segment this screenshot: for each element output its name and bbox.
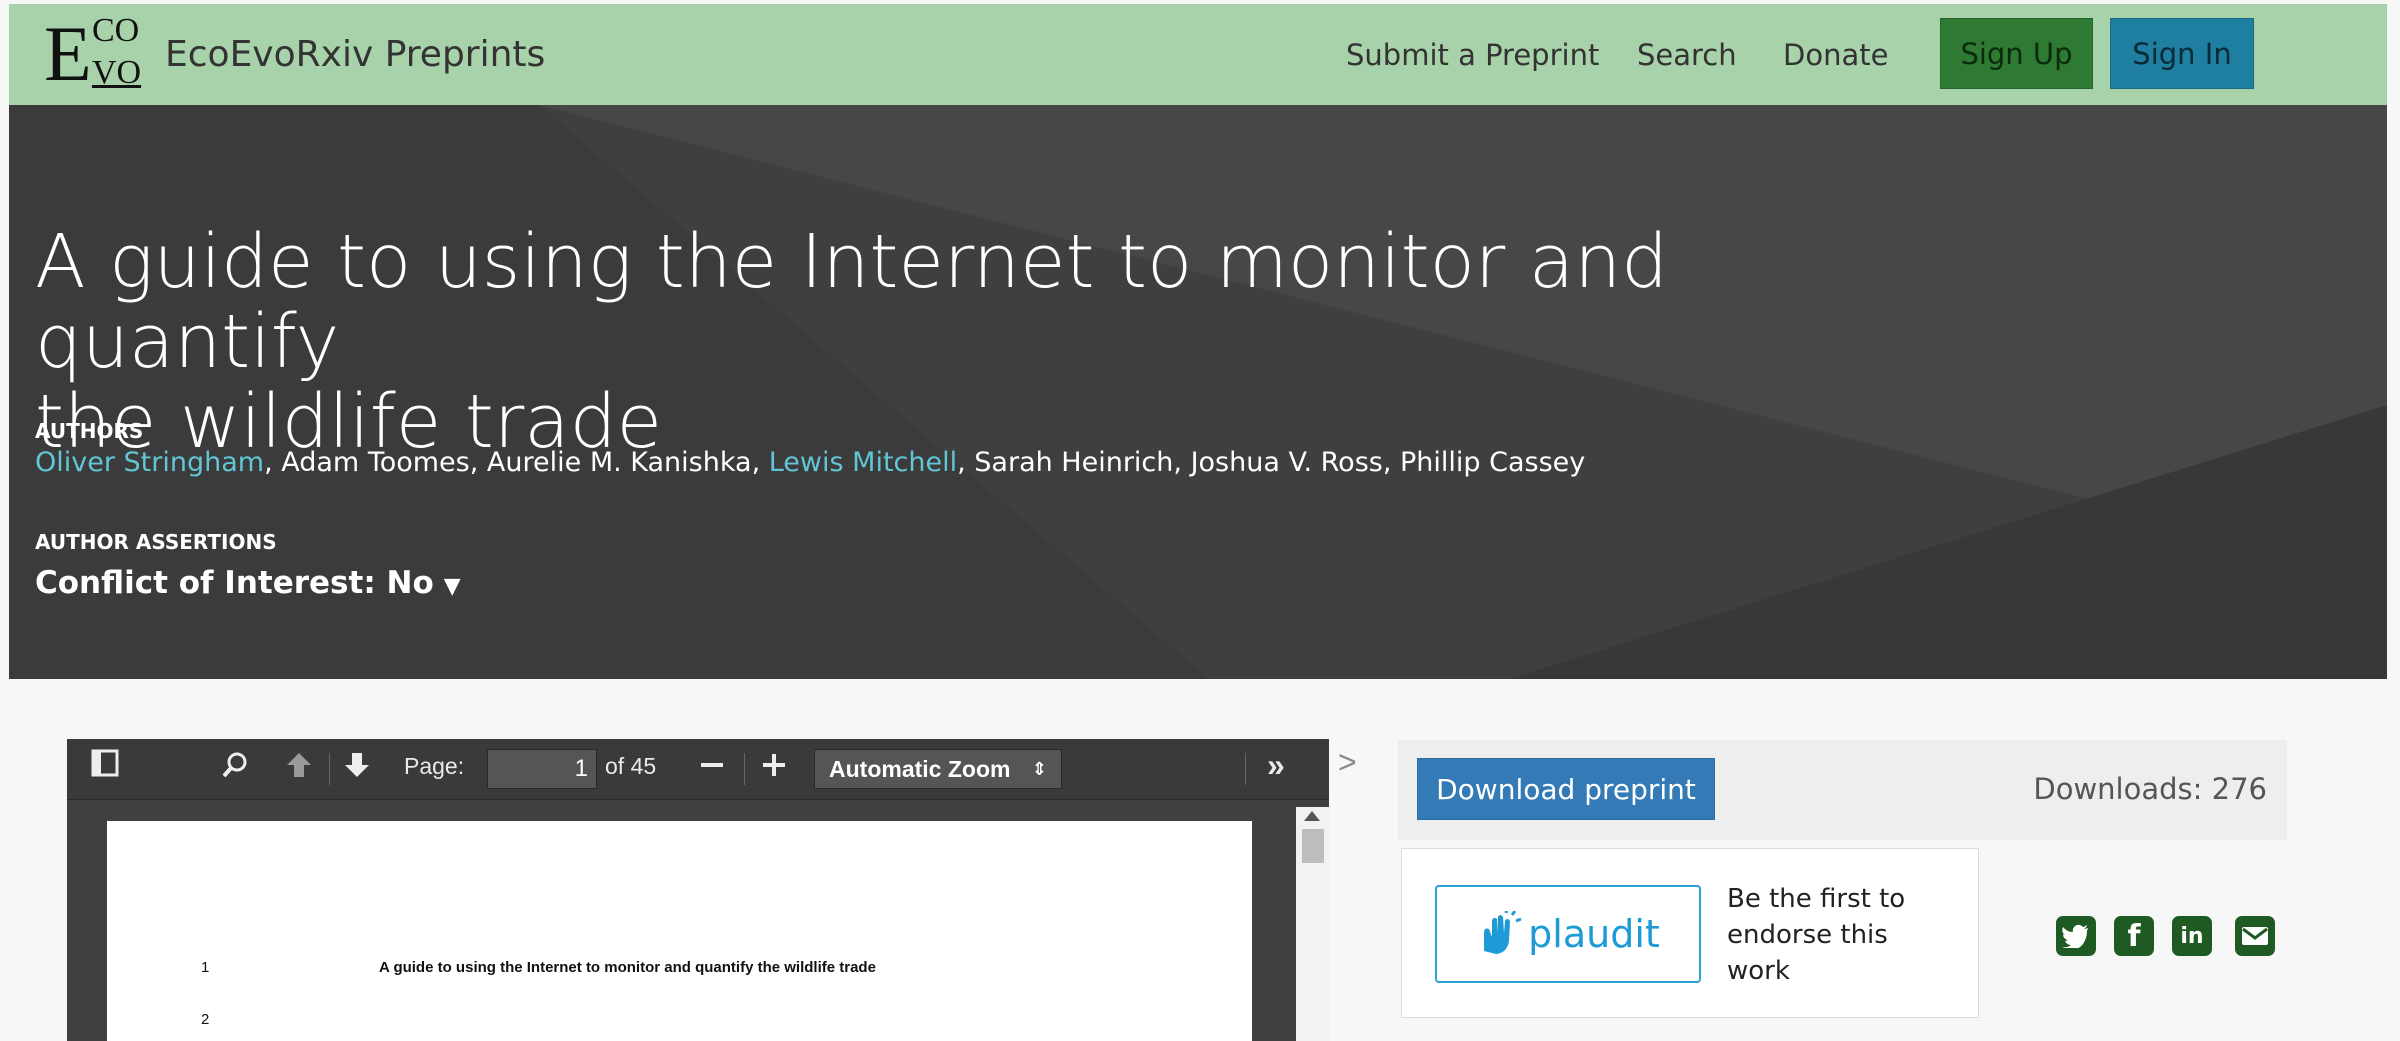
plaudit-endorse-button[interactable]: plaudit	[1435, 885, 1701, 983]
facebook-icon[interactable]: f	[2114, 916, 2154, 956]
endorse-text: Be the first to endorse this work	[1727, 884, 1906, 986]
page-label: Page:	[404, 753, 465, 779]
download-preprint-button[interactable]: Download preprint	[1417, 758, 1715, 820]
zoom-value: Automatic Zoom	[829, 755, 1011, 782]
toolbar-divider	[744, 753, 745, 785]
plaudit-widget: plaudit Be the first to endorse this wor…	[1401, 848, 1979, 1018]
sidebar-toggle-icon[interactable]	[91, 749, 119, 784]
author-name: Phillip Cassey	[1400, 447, 1586, 478]
author-link[interactable]: Lewis Mitchell	[769, 447, 957, 478]
twitter-icon[interactable]	[2056, 916, 2096, 956]
logo-letter-e: E	[44, 10, 92, 97]
preprint-title: A guide to using the Internet to monitor…	[35, 222, 1835, 462]
toolbar-divider	[329, 753, 330, 785]
pdf-page: 1 A guide to using the Internet to monit…	[107, 821, 1252, 1041]
downloads-count: Downloads: 276	[2033, 772, 2267, 806]
scroll-thumb[interactable]	[1302, 829, 1324, 863]
pdf-scrollbar[interactable]	[1296, 807, 1329, 1041]
pdf-toolbar: Page: 1 of 45 Automatic Zoom ⇕ »	[67, 739, 1329, 800]
scroll-up-icon[interactable]	[1304, 811, 1320, 821]
author-name: Adam Toomes	[281, 447, 470, 478]
download-bar: Download preprint Downloads: 276	[1398, 740, 2287, 840]
tools-icon[interactable]: »	[1267, 747, 1285, 784]
caret-down-icon: ▼	[443, 574, 461, 599]
pdf-title-line: A guide to using the Internet to monitor…	[379, 959, 876, 976]
plaudit-logo-text: plaudit	[1528, 912, 1660, 956]
chevron-right-icon[interactable]: >	[1338, 744, 1357, 781]
nav-donate[interactable]: Donate	[1783, 38, 1888, 72]
zoom-select[interactable]: Automatic Zoom ⇕	[814, 749, 1062, 789]
select-arrows-icon: ⇕	[1031, 758, 1047, 779]
clapping-hands-icon	[1484, 911, 1522, 954]
pdf-viewer: Page: 1 of 45 Automatic Zoom ⇕ » 1 A gui…	[67, 739, 1329, 1041]
toolbar-divider	[1245, 753, 1246, 785]
preprint-header: A guide to using the Internet to monitor…	[9, 105, 2387, 679]
author-link[interactable]: Oliver Stringham	[35, 447, 264, 478]
page-number-input[interactable]: 1	[487, 749, 597, 789]
title-line-1: A guide to using the Internet to monitor…	[35, 219, 1669, 385]
zoom-out-icon[interactable]	[699, 749, 725, 786]
search-icon[interactable]	[221, 751, 249, 786]
conflict-of-interest-toggle[interactable]: Conflict of Interest: No ▼	[35, 565, 461, 601]
zoom-in-icon[interactable]	[761, 749, 787, 786]
ecoevo-logo[interactable]: E CO VO	[42, 12, 142, 96]
logo-co: CO	[92, 12, 140, 49]
brand-name[interactable]: EcoEvoRxiv Preprints	[165, 34, 545, 75]
authors-list: Oliver Stringham, Adam Toomes, Aurelie M…	[35, 447, 1586, 478]
author-name: Joshua V. Ross	[1190, 447, 1383, 478]
next-page-icon[interactable]	[343, 751, 371, 786]
authors-label: AUTHORS	[35, 419, 144, 443]
nav-search[interactable]: Search	[1637, 38, 1737, 72]
linkedin-icon[interactable]: in	[2172, 916, 2212, 956]
line-number: 1	[201, 959, 210, 976]
previous-page-icon[interactable]	[285, 751, 313, 786]
logo-vo: VO	[92, 54, 142, 91]
author-name: Sarah Heinrich	[974, 447, 1174, 478]
nav-submit-preprint[interactable]: Submit a Preprint	[1346, 38, 1599, 72]
author-assertions-label: AUTHOR ASSERTIONS	[35, 530, 277, 554]
conflict-of-interest-text: Conflict of Interest: No	[35, 565, 434, 601]
author-name: Aurelie M. Kanishka	[486, 447, 752, 478]
navbar: E CO VO EcoEvoRxiv Preprints Submit a Pr…	[9, 4, 2387, 105]
sign-in-button[interactable]: Sign In	[2110, 18, 2254, 89]
page-total: of 45	[605, 753, 657, 779]
line-number: 2	[201, 1011, 210, 1028]
sign-up-button[interactable]: Sign Up	[1940, 18, 2093, 89]
email-icon[interactable]	[2235, 916, 2275, 956]
